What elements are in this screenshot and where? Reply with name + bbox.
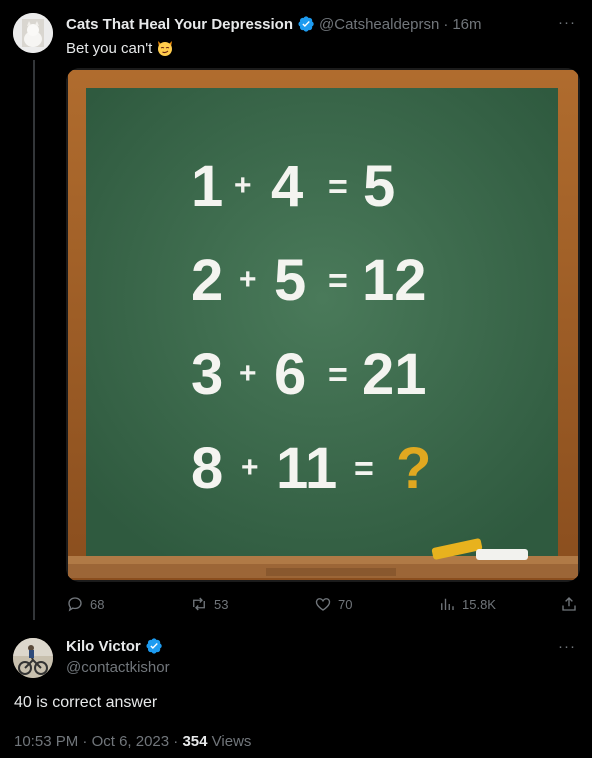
share-button[interactable] — [560, 595, 578, 613]
reply-header: Kilo Victor — [66, 637, 163, 655]
tweet-text: Bet you can't — [66, 39, 174, 57]
eq1-a: 1 — [191, 154, 223, 219]
verified-badge-icon — [146, 638, 162, 654]
reply-views-label: Views — [211, 733, 252, 750]
author-avatar[interactable] — [13, 13, 53, 53]
eq3-plus: + — [239, 357, 257, 390]
reply-author-handle[interactable]: @contactkishor — [66, 659, 170, 676]
reply-count: 68 — [90, 596, 105, 612]
view-count: 15.8K — [462, 596, 496, 612]
like-count: 70 — [338, 596, 353, 612]
author-name[interactable]: Cats That Heal Your Depression — [66, 16, 293, 33]
reply-author-name[interactable]: Kilo Victor — [66, 638, 141, 655]
like-button[interactable]: 70 — [314, 595, 352, 613]
eq2-a: 2 — [191, 248, 223, 313]
reply-meta: 10:53 PM · Oct 6, 2023 · 354 Views — [14, 733, 251, 750]
more-options-icon[interactable]: ··· — [558, 14, 576, 31]
verified-badge-icon — [298, 16, 314, 32]
cyclist-avatar-image — [13, 638, 53, 678]
eq3-equals: = — [328, 356, 348, 394]
reply-body: 40 is correct answer — [14, 694, 158, 711]
eq1-plus: + — [234, 169, 252, 202]
eq2-plus: + — [239, 263, 257, 296]
chalkboard-illustration: 1 + 4 = 5 2 + 5 = 12 3 + 6 = 21 8 + 11 =… — [66, 68, 580, 582]
eq2-b: 5 — [274, 248, 306, 313]
reply-more-options-icon[interactable]: ··· — [558, 638, 576, 655]
eq2-equals: = — [328, 262, 348, 300]
eq3-result: 21 — [362, 342, 427, 407]
eq1-result: 5 — [363, 154, 395, 219]
thread-connector-line — [33, 60, 35, 620]
eq3-a: 3 — [191, 342, 223, 407]
repost-button[interactable]: 53 — [190, 595, 228, 613]
reply-date[interactable]: Oct 6, 2023 — [92, 733, 170, 750]
views-button[interactable]: 15.8K — [438, 595, 496, 613]
author-handle[interactable]: @Catshealdeprsn — [319, 16, 439, 33]
eq4-result: ? — [396, 436, 431, 501]
tweet-body: Bet you can't — [66, 39, 153, 57]
reply-time[interactable]: 10:53 PM — [14, 733, 78, 750]
eq4-equals: = — [354, 450, 374, 488]
reply-views-count: 354 — [182, 733, 208, 750]
timestamp[interactable]: 16m — [452, 16, 481, 33]
eq4-b: 11 — [276, 436, 337, 501]
reply-button[interactable]: 68 — [66, 595, 104, 613]
smirking-cat-emoji-icon — [158, 41, 173, 56]
repost-count: 53 — [214, 596, 229, 612]
reply-icon — [68, 597, 82, 612]
eq4-a: 8 — [191, 436, 223, 501]
eq3-b: 6 — [274, 342, 306, 407]
eq4-plus: + — [241, 451, 259, 484]
analytics-icon — [441, 598, 454, 610]
share-icon — [562, 597, 576, 611]
tweet-media-image[interactable]: 1 + 4 = 5 2 + 5 = 12 3 + 6 = 21 8 + 11 =… — [66, 68, 580, 582]
tweet-header: Cats That Heal Your Depression @Catsheal… — [66, 15, 482, 33]
eq1-equals: = — [328, 168, 348, 206]
heart-icon — [315, 598, 331, 611]
cat-avatar-image — [13, 13, 53, 53]
reply-author-avatar[interactable] — [13, 638, 53, 678]
separator-dot: · — [173, 733, 179, 750]
eq2-result: 12 — [362, 248, 427, 313]
eq1-b: 4 — [271, 154, 303, 219]
separator-dot: · — [82, 733, 88, 750]
repost-icon — [193, 597, 205, 611]
equation-row-1: 1 + 4 = 5 — [191, 154, 395, 219]
tweet-actions-bar: 68 53 70 15.8K — [66, 595, 580, 615]
separator-dot: · — [443, 15, 449, 33]
